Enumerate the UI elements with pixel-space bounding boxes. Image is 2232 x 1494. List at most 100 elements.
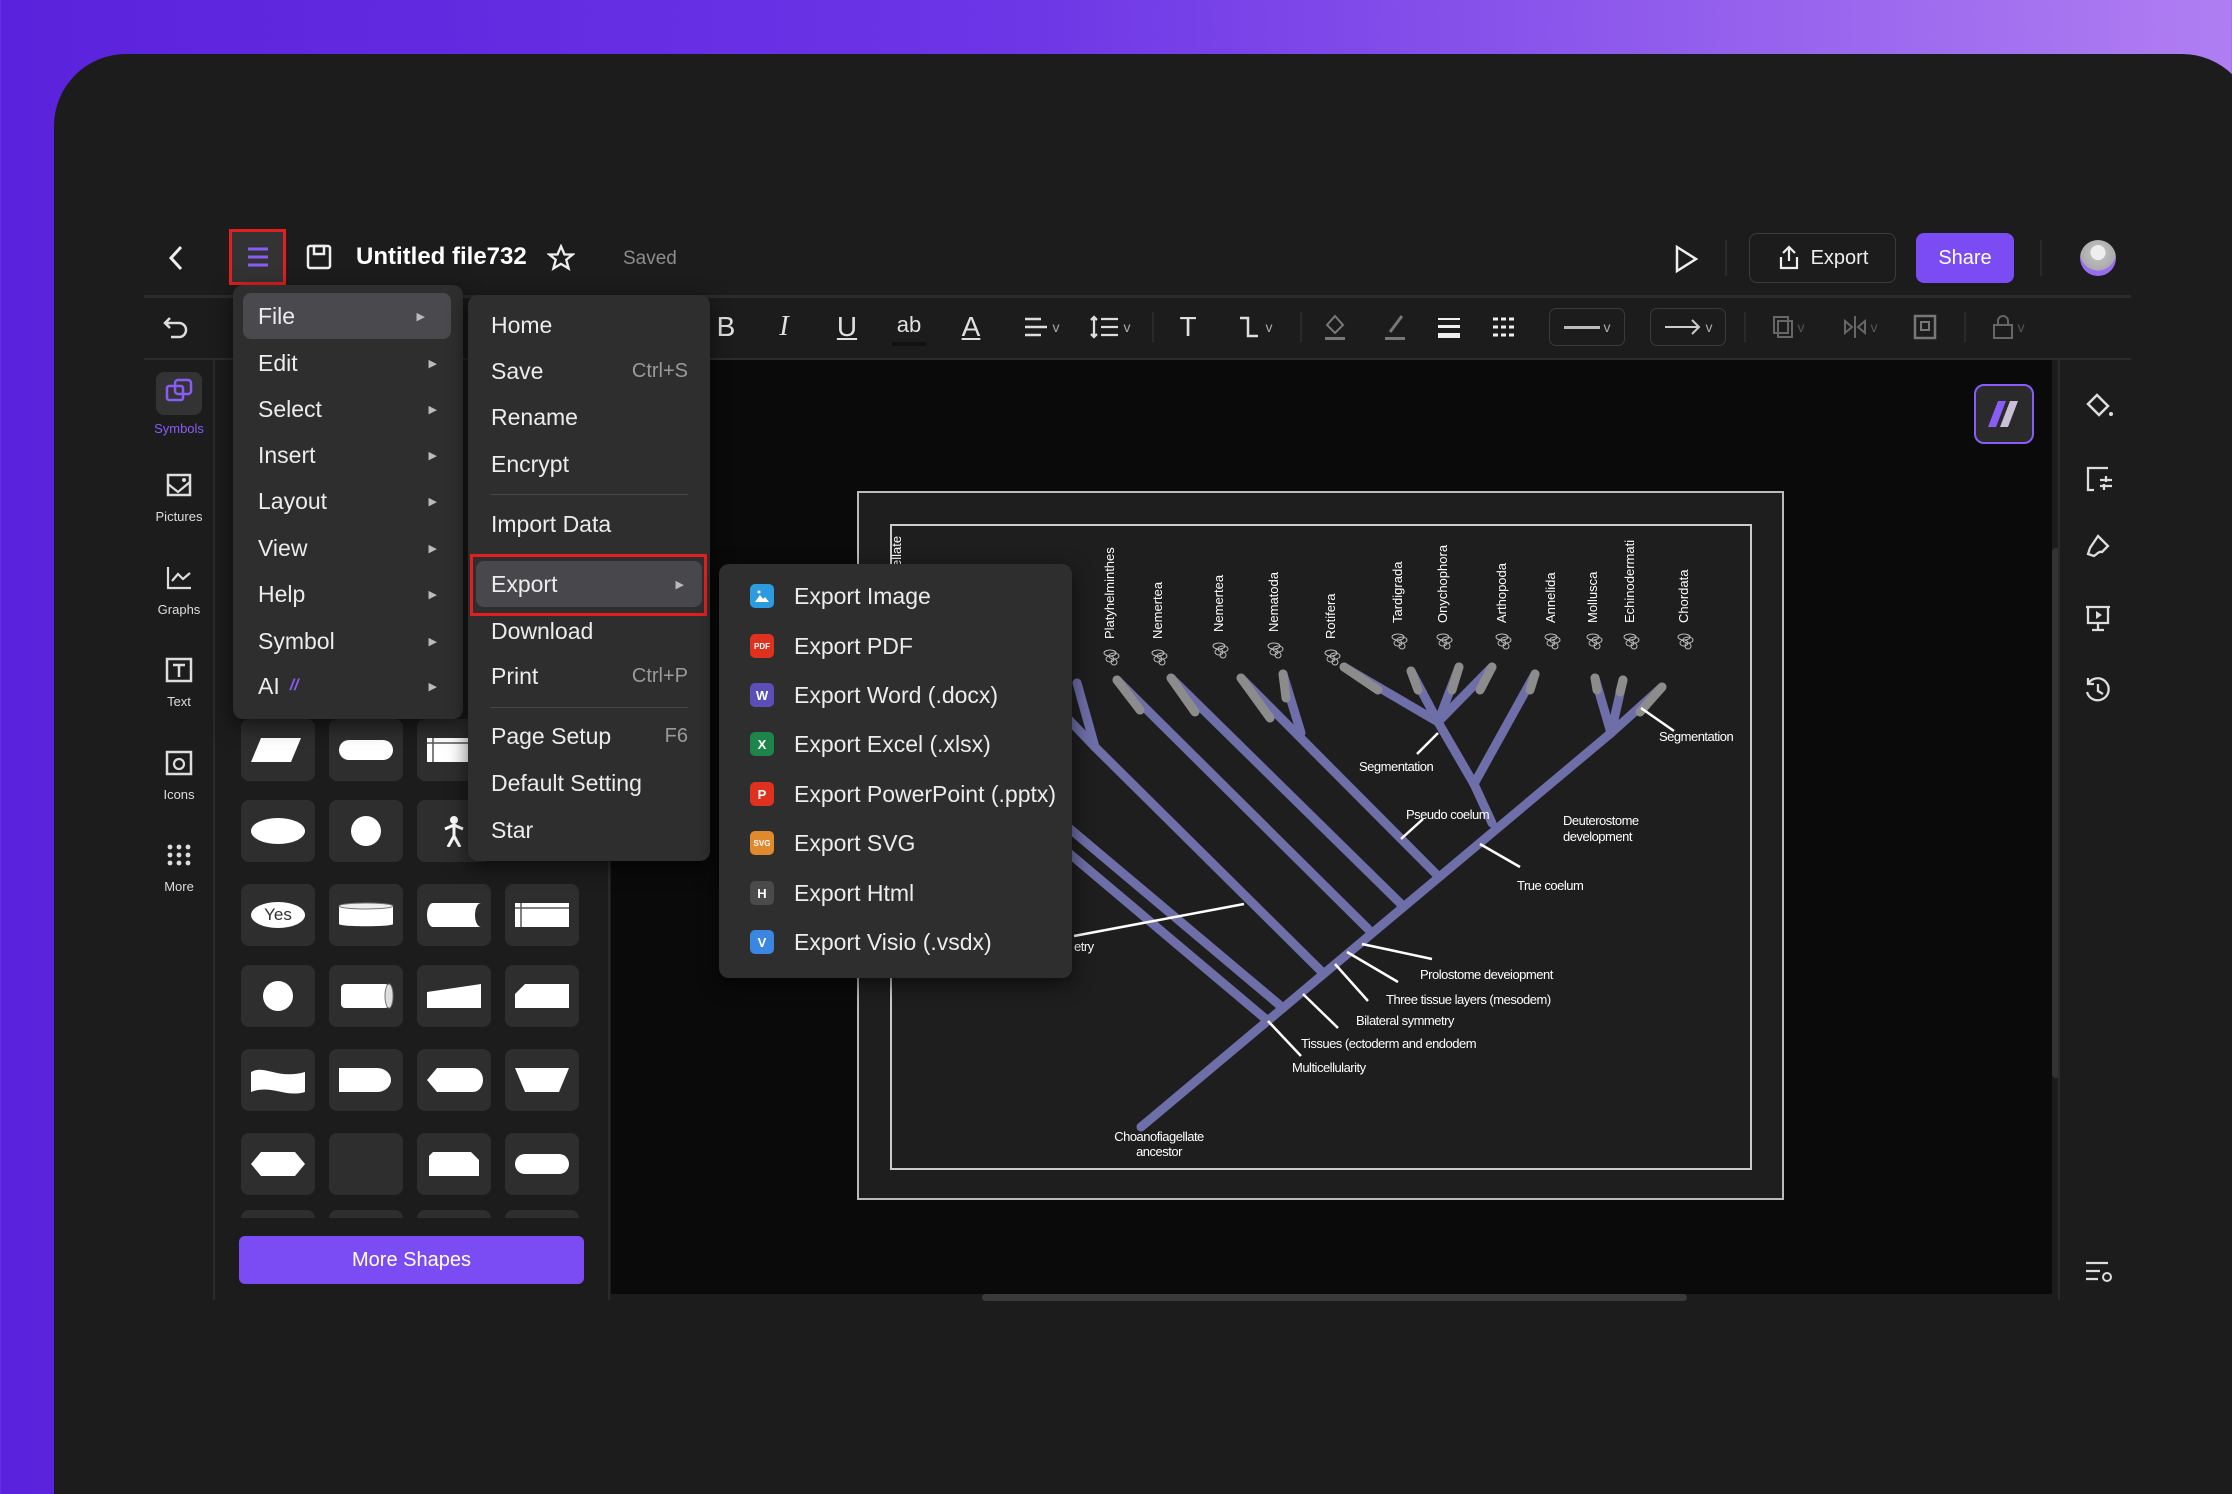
file-menu-item-import-data[interactable]: Import Data [468, 501, 710, 547]
file-menu-item-page-setup[interactable]: Page Setup F6 [468, 713, 710, 759]
export-menu-item[interactable]: X Export Excel (.xlsx) [719, 721, 1072, 767]
taxon-label: Mollusca [1585, 571, 1600, 623]
export-menu-item[interactable]: Export Image [719, 573, 1072, 619]
badge-text: X [757, 736, 767, 752]
diagram-label-deut2: development [1563, 829, 1633, 844]
layers-settings-icon[interactable] [2078, 1251, 2118, 1291]
taxon-label: Arthopoda [1494, 562, 1509, 623]
menu-item-insert[interactable]: Insert ▶ [233, 432, 463, 478]
export-menu-item[interactable]: V Export Visio (.vsdx) [719, 919, 1072, 965]
badge-text: H [757, 885, 767, 901]
page-settings-icon[interactable] [2078, 458, 2118, 498]
label-pointer [1302, 993, 1339, 1029]
tree-branch [1166, 673, 1406, 909]
menu-item-ai[interactable]: AI // ▶ [233, 663, 463, 709]
presentation-icon[interactable] [2078, 598, 2118, 638]
file-menu-item-default-setting[interactable]: Default Setting [468, 760, 710, 806]
tree-branch [1433, 717, 1479, 789]
theme-paint-icon[interactable] [2078, 528, 2118, 568]
submenu-arrow-icon: ▶ [428, 403, 437, 416]
pdf-icon: PDF [750, 634, 774, 658]
submenu-arrow-icon: ▶ [428, 680, 437, 693]
diagram-label-seg1: Segmentation [1359, 759, 1433, 774]
label-pointer [1640, 706, 1675, 733]
visio-icon: V [750, 930, 774, 954]
menu-item-label: Rename [491, 403, 578, 430]
menu-item-layout[interactable]: Layout ▶ [233, 478, 463, 524]
menu-item-label: Save [491, 357, 544, 384]
right-panel-divider [2058, 360, 2060, 1300]
tree-branch-tip [1339, 662, 1383, 695]
taxon-label: Tardigrada [1390, 561, 1405, 623]
label-pointer [1361, 942, 1433, 961]
shortcut-label: Ctrl+S [631, 359, 688, 382]
organism-sketch-icon [1436, 633, 1453, 650]
menu-item-label: View [258, 534, 308, 561]
menu-item-label: Select [258, 395, 322, 422]
menu-item-symbol[interactable]: Symbol ▶ [233, 618, 463, 664]
export-menu-item[interactable]: W Export Word (.docx) [719, 672, 1072, 718]
export-menu-item[interactable]: H Export Html [719, 870, 1072, 916]
history-icon[interactable] [2078, 670, 2118, 710]
file-menu-item-print[interactable]: Print Ctrl+P [468, 653, 710, 699]
powerpoint-icon: P [750, 782, 774, 806]
diagram-label-true: True coelum [1517, 878, 1583, 893]
organism-sketch-icon [1103, 649, 1120, 666]
menu-item-label: Symbol [258, 627, 335, 654]
label-pointer [1416, 732, 1439, 755]
shortcut-label: F6 [664, 724, 688, 747]
diagram-label-multi: Multicellularity [1292, 1060, 1367, 1075]
label-pointer [1267, 1020, 1302, 1057]
submenu-arrow-icon: ▶ [428, 542, 437, 555]
export-menu-item[interactable]: SVG Export SVG [719, 820, 1072, 866]
menu-item-label: Home [491, 311, 553, 338]
submenu-arrow-icon: ▶ [416, 310, 425, 323]
menu-item-label: Star [491, 816, 534, 843]
menu-item-help[interactable]: Help ▶ [233, 571, 463, 617]
label-pointer [1400, 818, 1424, 840]
file-menu-item-rename[interactable]: Rename [468, 394, 710, 440]
menu-item-label: AI [258, 672, 280, 699]
taxon-label: Nemertea [1211, 574, 1226, 632]
file-menu-item-encrypt[interactable]: Encrypt [468, 441, 710, 487]
tree-branch-tip [1475, 662, 1497, 695]
menu-item-label: Export SVG [794, 829, 916, 856]
submenu-arrow-icon: ▶ [428, 449, 437, 462]
ai-sparkle-icon: // [289, 677, 299, 694]
menu-item-select[interactable]: Select ▶ [233, 386, 463, 432]
menu-item-file[interactable]: File ▶ [243, 293, 451, 339]
menu-item-label: Export Word (.docx) [794, 681, 999, 708]
menu-item-label: File [258, 302, 296, 329]
export-submenu: Export Image PDF Export PDF W Export Word (.… [719, 564, 1072, 978]
menu-item-label: Insert [258, 441, 316, 468]
menu-item-view[interactable]: View ▶ [233, 525, 463, 571]
tree-branch-tip [1590, 673, 1602, 695]
menu-item-label: Export Visio (.vsdx) [794, 928, 992, 955]
diagram-label-anc1: Choanofiagellate [1114, 1129, 1204, 1144]
image-icon [750, 584, 774, 608]
ai-logo-icon [1988, 401, 2018, 427]
export-menu-item[interactable]: P Export PowerPoint (.pptx) [719, 771, 1072, 817]
diagram-label-proto: Prolostome deveiopment [1420, 967, 1554, 982]
organism-sketch-icon [1212, 642, 1229, 659]
fill-style-icon[interactable] [2078, 387, 2118, 427]
horizontal-scrollbar[interactable] [982, 1294, 1687, 1301]
menu-item-label: Help [258, 580, 306, 607]
menu-item-label: Export Html [794, 879, 915, 906]
file-menu-item-star[interactable]: Star [468, 807, 710, 853]
export-menu-item[interactable]: PDF Export PDF [719, 623, 1072, 669]
diagram-label-pseudo: Pseudo coelum [1406, 807, 1489, 822]
menu-item-label: Layout [258, 487, 328, 514]
submenu-arrow-icon: ▶ [428, 357, 437, 370]
tree-branch-tip [1615, 675, 1628, 697]
menu-item-edit[interactable]: Edit ▶ [233, 340, 463, 386]
menu-item-label: Export PDF [794, 632, 913, 659]
file-menu-item-save[interactable]: Save Ctrl+S [468, 348, 710, 394]
menu-separator [490, 494, 688, 495]
label-pointer [1479, 842, 1521, 869]
menu-item-label: Export Image [794, 582, 931, 609]
ai-assistant-button[interactable] [1974, 384, 2034, 444]
phylogenetic-tree-diagram[interactable]: Segmentation Segmentation Pseudo coelum Deu… [0, 0, 2232, 1476]
label-pointer [1334, 963, 1369, 1002]
file-menu-item-home[interactable]: Home [468, 302, 710, 348]
